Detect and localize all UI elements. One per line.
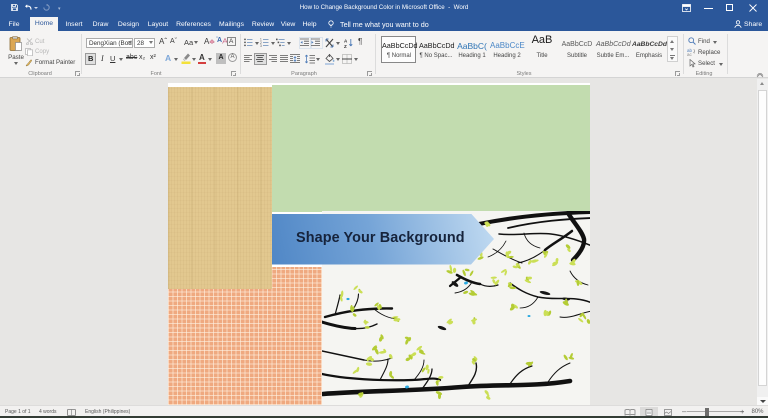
svg-text:ac: ac <box>687 52 693 56</box>
svg-text:A: A <box>344 38 348 43</box>
svg-text:Z: Z <box>344 44 347 48</box>
svg-text:3: 3 <box>260 44 262 47</box>
